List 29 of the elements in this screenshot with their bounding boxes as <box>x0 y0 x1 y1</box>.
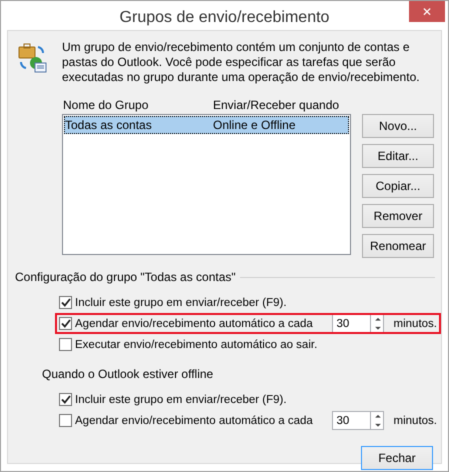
window-title: Grupos de envio/recebimento <box>120 8 330 26</box>
close-button[interactable]: ✕ <box>409 1 445 22</box>
option-label: Incluir este grupo em enviar/receber (F9). <box>75 394 287 406</box>
option-label: Incluir este grupo em enviar/receber (F9). <box>75 296 287 308</box>
description-text: Um grupo de envio/recebimento contém um conjunto de contas e pastas do Outlook. Você pode especificar as tarefas que serão executadas no grupo durante uma operação de envio/recebimento. <box>62 40 421 85</box>
action-button[interactable]: Renomear <box>362 234 434 258</box>
option-label: Agendar envio/recebimento automático a cada <box>75 414 313 426</box>
action-button[interactable]: Copiar... <box>362 174 434 198</box>
option-label: Agendar envio/recebimento automático a cada <box>75 318 313 330</box>
column-header: Nome do Grupo <box>62 98 150 112</box>
minutes-field[interactable]: 30 <box>332 314 370 333</box>
column-header: Enviar/Receber quando <box>213 98 340 112</box>
checkbox[interactable] <box>59 338 72 351</box>
minutes-field[interactable]: 30 <box>332 411 370 430</box>
checkbox[interactable] <box>59 296 72 309</box>
section-heading: Configuração do grupo "Todas as contas" <box>15 270 236 284</box>
unit-label: minutos. <box>394 318 437 330</box>
list-row[interactable]: Todas as contas Online e Offline <box>64 116 349 134</box>
action-button[interactable]: Editar... <box>362 144 434 168</box>
action-button[interactable]: Remover <box>362 204 434 228</box>
option-label: Executar envio/recebimento automático ao sair. <box>75 338 318 350</box>
unit-label: minutos. <box>394 414 437 426</box>
close-dialog-button[interactable]: Fechar <box>361 446 433 470</box>
briefcase-sync-icon <box>16 42 48 74</box>
section-heading: Quando o Outlook estiver offline <box>42 367 214 381</box>
action-button[interactable]: Novo... <box>362 114 434 138</box>
checkbox[interactable] <box>59 393 72 406</box>
checkbox[interactable] <box>59 414 72 427</box>
checkbox[interactable] <box>59 317 72 330</box>
